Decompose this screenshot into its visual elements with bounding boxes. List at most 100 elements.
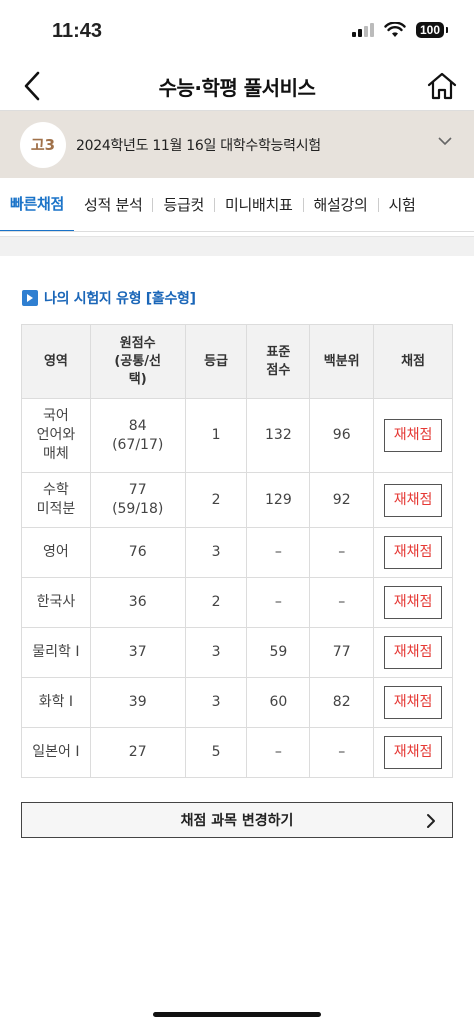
header-label: 채점	[401, 353, 426, 369]
cell-action: 재채점	[373, 577, 453, 628]
status-icons: 100	[351, 22, 449, 38]
nav-bar: 수능·학평 풀서비스	[0, 62, 474, 110]
rescore-button[interactable]: 재채점	[383, 636, 443, 669]
cellular-signal-icon	[351, 23, 374, 37]
rescore-button[interactable]: 재채점	[383, 686, 443, 719]
rescore-button[interactable]: 재채점	[383, 586, 443, 619]
score-table: 영역 원점수 (공통/선 택) 등급 표준 점수 백분위 채점 국어 언어와 매…	[21, 324, 453, 778]
cell-raw-score: 76	[89, 527, 186, 578]
back-button[interactable]	[14, 68, 50, 104]
header-label: 등급	[204, 353, 228, 369]
grade-badge: 고3	[20, 121, 66, 168]
cell-percentile: –	[309, 727, 375, 778]
cell-raw-score: 84 (67/17)	[89, 398, 186, 473]
wifi-icon	[384, 22, 406, 37]
rescore-button[interactable]: 재채점	[383, 483, 443, 517]
cell-subject: 한국사	[21, 577, 91, 628]
rescore-button[interactable]: 재채점	[383, 736, 443, 769]
chevron-down-icon	[438, 137, 452, 146]
tab-exam[interactable]: 시험	[379, 178, 426, 231]
status-time: 11:43	[52, 20, 103, 42]
change-subjects-label: 채점 과목 변경하기	[180, 813, 294, 829]
cell-raw-score: 36	[89, 577, 186, 628]
cell-standard-score: –	[246, 727, 311, 778]
cell-grade: 1	[184, 398, 248, 473]
cell-raw-score: 27	[89, 727, 186, 778]
header-scoring: 채점	[373, 324, 453, 399]
header-raw-score: 원점수 (공통/선 택)	[89, 324, 186, 399]
cell-percentile: 77	[309, 627, 375, 678]
header-percentile: 백분위	[309, 324, 375, 399]
tab-quick-score[interactable]: 빠른채점	[0, 178, 75, 231]
home-icon	[427, 72, 457, 100]
home-indicator	[153, 1012, 321, 1017]
cell-standard-score: 129	[246, 472, 311, 528]
cell-standard-score: –	[246, 527, 311, 578]
tab-score-analysis[interactable]: 성적 분석	[74, 178, 152, 231]
exam-name: 2024학년도 11월 16일 대학수학능력시험	[76, 137, 321, 154]
chevron-left-icon	[24, 71, 40, 101]
cell-standard-score: –	[246, 577, 311, 628]
header-standard-score: 표준 점수	[246, 324, 311, 399]
header-grade: 등급	[184, 324, 248, 399]
tab-mini-placement[interactable]: 미니배치표	[215, 178, 303, 231]
rescore-button[interactable]: 재채점	[383, 536, 443, 569]
cell-raw-score: 77 (59/18)	[89, 472, 186, 528]
table-row: 수학 미적분 77 (59/18) 2 129 92 재채점	[21, 472, 453, 528]
cell-percentile: 82	[309, 677, 375, 728]
cell-raw-score: 39	[89, 677, 186, 728]
table-row: 한국사 36 2– – 재채점	[21, 577, 453, 628]
change-subjects-button[interactable]: 채점 과목 변경하기	[21, 802, 453, 838]
header-subject: 영역	[21, 324, 91, 399]
table-header-row: 영역 원점수 (공통/선 택) 등급 표준 점수 백분위 채점	[21, 324, 453, 399]
cell-subject: 영어	[21, 527, 91, 578]
cell-standard-score: 60	[246, 677, 311, 728]
tab-lecture[interactable]: 해설강의	[304, 178, 378, 231]
tab-bar: 빠른채점 성적 분석 등급컷 미니배치표 해설강의 시험	[0, 178, 474, 232]
cell-action: 재채점	[373, 398, 453, 473]
table-row: 물리학 I 37 3 59 77 재채점	[21, 627, 453, 678]
header-label: 표준 점수	[266, 344, 291, 378]
chevron-right-icon	[427, 814, 435, 828]
cell-grade: 3	[184, 627, 248, 678]
cell-subject: 물리학 I	[21, 627, 91, 678]
status-bar: 11:43 100	[0, 0, 474, 62]
cell-action: 재채점	[373, 527, 453, 578]
cell-action: 재채점	[373, 472, 453, 528]
section-divider	[0, 236, 474, 256]
cell-subject: 일본어 I	[21, 727, 91, 778]
table-row: 일본어 I 27 5– – 재채점	[21, 727, 453, 778]
cell-percentile: –	[309, 577, 375, 628]
cell-action: 재채점	[373, 727, 453, 778]
cell-standard-score: 59	[246, 627, 311, 678]
cell-standard-score: 132	[246, 398, 311, 473]
cell-subject: 수학 미적분	[21, 472, 91, 528]
cell-action: 재채점	[373, 677, 453, 728]
play-icon	[22, 290, 38, 306]
header-label: 백분위	[323, 353, 360, 369]
exam-selector[interactable]: 고3 2024학년도 11월 16일 대학수학능력시험	[0, 110, 474, 178]
cell-percentile: 96	[309, 398, 375, 473]
cell-grade: 3	[184, 527, 248, 578]
battery-icon: 100	[415, 22, 449, 38]
cell-grade: 3	[184, 677, 248, 728]
page-title: 수능·학평 풀서비스	[158, 75, 316, 100]
cell-percentile: 92	[309, 472, 375, 528]
tab-grade-cut[interactable]: 등급컷	[153, 178, 214, 231]
section-title: 나의 시험지 유형 [홀수형]	[44, 291, 196, 307]
header-label: 영역	[43, 353, 68, 369]
table-row: 국어 언어와 매체 84 (67/17) 1 132 96 재채점	[21, 398, 453, 473]
section-header: 나의 시험지 유형 [홀수형]	[22, 288, 474, 308]
cell-raw-score: 37	[89, 627, 186, 678]
cell-grade: 5	[184, 727, 248, 778]
cell-action: 재채점	[373, 627, 453, 678]
header-label: 원점수 (공통/선 택)	[114, 335, 161, 387]
table-row: 영어 76 3– – 재채점	[21, 527, 453, 578]
cell-grade: 2	[184, 472, 248, 528]
table-row: 화학 I 39 3 60 82 재채점	[21, 677, 453, 728]
cell-subject: 화학 I	[21, 677, 91, 728]
home-button[interactable]	[424, 68, 460, 104]
cell-subject: 국어 언어와 매체	[21, 398, 91, 473]
rescore-button[interactable]: 재채점	[383, 419, 443, 452]
cell-percentile: –	[309, 527, 375, 578]
